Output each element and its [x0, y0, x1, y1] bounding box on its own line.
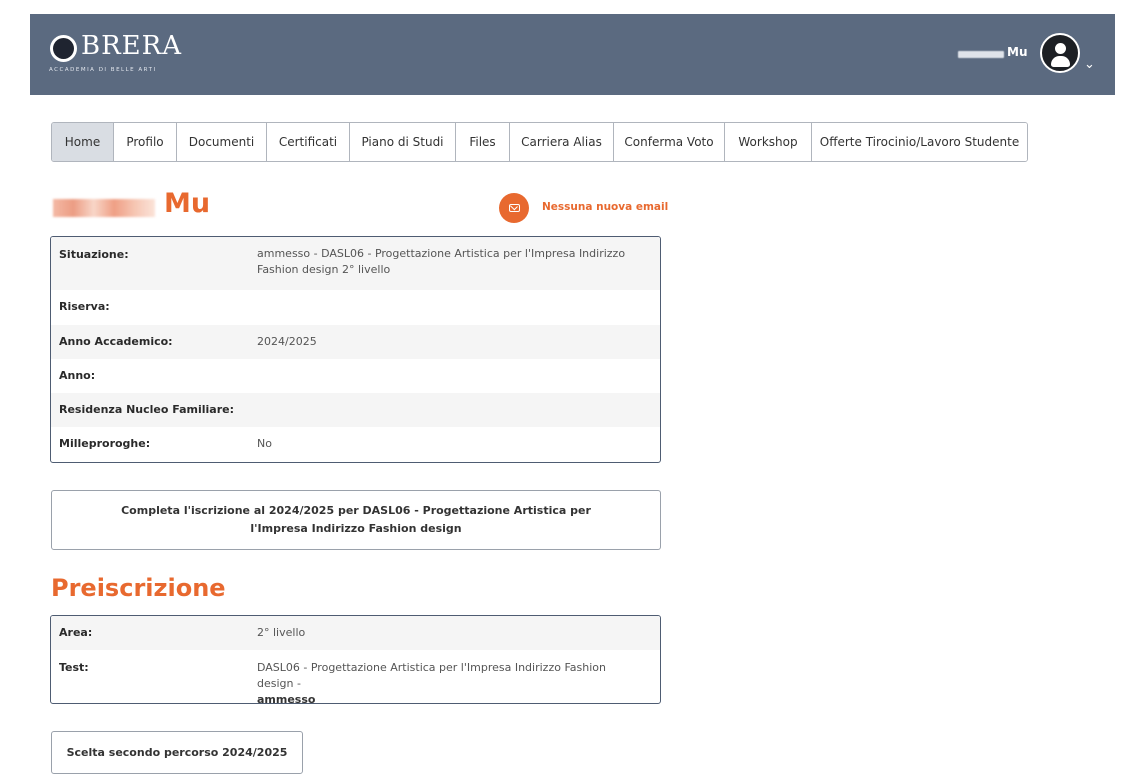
student-name: Mu — [164, 188, 211, 219]
info-row: Residenza Nucleo Familiare: — [51, 393, 660, 427]
chevron-down-icon[interactable]: ⌄ — [1084, 57, 1095, 72]
tab-conferma-voto[interactable]: Conferma Voto — [614, 123, 725, 161]
info-label: Area: — [59, 626, 93, 639]
info-row: Area: 2° livello — [51, 616, 660, 650]
brera-emblem-icon — [50, 35, 77, 62]
info-value: No — [257, 437, 272, 450]
tab-certificati[interactable]: Certificati — [267, 123, 350, 161]
info-label: Riserva: — [59, 300, 110, 313]
student-first-name-redacted — [53, 199, 155, 217]
info-value: ammesso - DASL06 - Progettazione Artisti… — [257, 247, 626, 276]
tab-piano-di-studi[interactable]: Piano di Studi — [350, 123, 456, 161]
preiscrizione-info-box: Area: 2° livello Test: DASL06 - Progetta… — [50, 615, 661, 704]
logo-subtitle: ACCADEMIA DI BELLE ARTI — [49, 67, 157, 73]
info-label: Milleproroghe: — [59, 437, 151, 450]
complete-enrollment-button[interactable]: Completa l'iscrizione al 2024/2025 per D… — [51, 490, 661, 550]
user-first-name-redacted — [958, 51, 1004, 58]
mail-icon[interactable] — [499, 193, 529, 223]
info-row: Test: DASL06 - Progettazione Artistica p… — [51, 650, 660, 703]
situation-info-box: Situazione: ammesso - DASL06 - Progettaz… — [50, 236, 661, 463]
test-status: ammesso — [257, 693, 316, 704]
tab-home[interactable]: Home — [52, 123, 114, 161]
info-row: Anno: — [51, 359, 660, 393]
logo-text: BRERA — [81, 31, 183, 61]
mail-status-link[interactable]: Nessuna nuova email — [542, 201, 668, 213]
top-header-bar: BRERA ACCADEMIA DI BELLE ARTI Mu ⌄ — [30, 14, 1115, 95]
tab-documenti[interactable]: Documenti — [177, 123, 267, 161]
info-row: Anno Accademico: 2024/2025 — [51, 325, 660, 359]
info-label: Anno Accademico: — [59, 335, 173, 348]
tab-carriera-alias[interactable]: Carriera Alias — [510, 123, 614, 161]
info-label: Situazione: — [59, 248, 129, 261]
user-avatar-icon[interactable] — [1040, 33, 1080, 73]
test-value-text: DASL06 - Progettazione Artistica per l'I… — [257, 661, 606, 690]
user-name: Mu — [1007, 45, 1028, 59]
info-label: Residenza Nucleo Familiare: — [59, 403, 235, 416]
tab-files[interactable]: Files — [456, 123, 510, 161]
info-value: 2° livello — [257, 626, 306, 639]
tab-profilo[interactable]: Profilo — [114, 123, 177, 161]
info-value: 2024/2025 — [257, 335, 317, 348]
section-title-preiscrizione: Preiscrizione — [51, 574, 226, 602]
info-label: Anno: — [59, 369, 96, 382]
info-row: Milleproroghe: No — [51, 427, 660, 461]
second-path-choice-button[interactable]: Scelta secondo percorso 2024/2025 — [51, 731, 303, 774]
main-nav-tabs: Home Profilo Documenti Certificati Piano… — [51, 122, 1028, 162]
info-label: Test: — [59, 661, 89, 674]
info-row: Situazione: ammesso - DASL06 - Progettaz… — [51, 237, 660, 290]
info-row: Riserva: — [51, 290, 660, 325]
tab-offerte-tirocinio[interactable]: Offerte Tirocinio/Lavoro Studente — [812, 123, 1027, 161]
info-value: DASL06 - Progettazione Artistica per l'I… — [257, 660, 640, 704]
tab-workshop[interactable]: Workshop — [725, 123, 812, 161]
